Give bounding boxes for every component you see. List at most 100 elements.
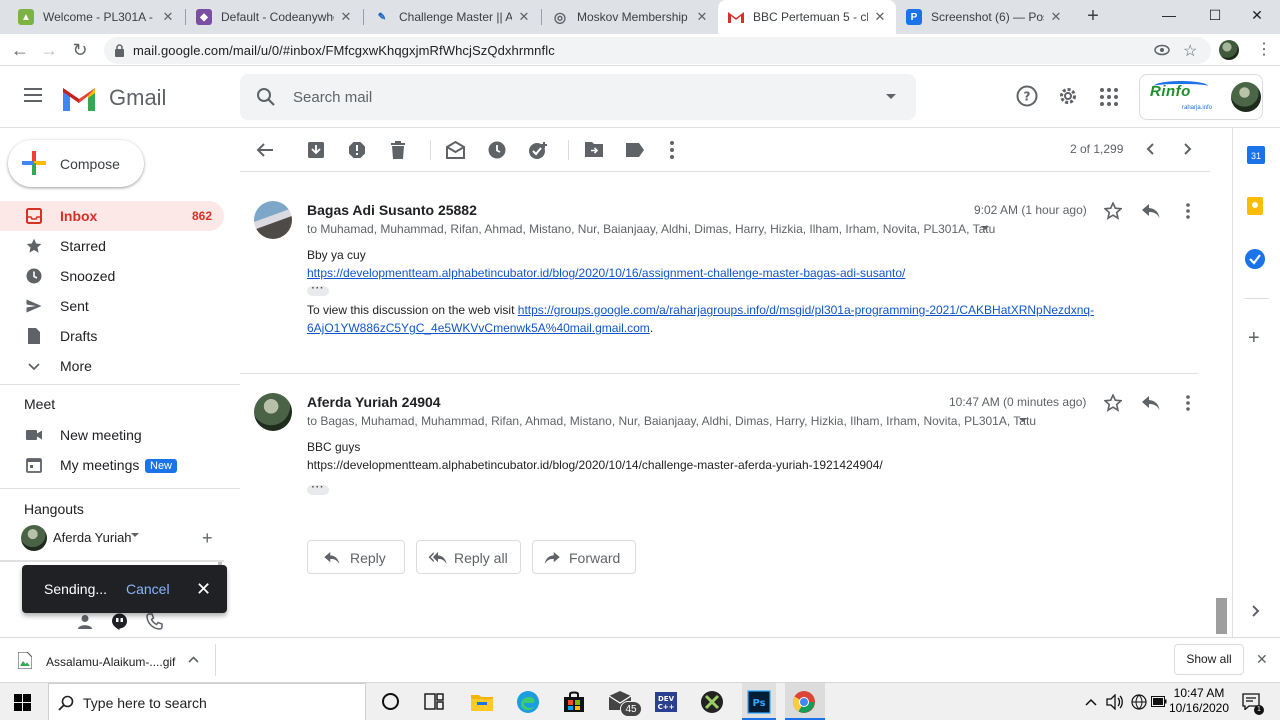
close-icon[interactable]: ✕ bbox=[872, 9, 888, 25]
message-body-link[interactable]: https://developmentteam.alphabetincubato… bbox=[307, 266, 905, 280]
reply-button[interactable]: Reply bbox=[307, 540, 405, 574]
keep-app-icon[interactable] bbox=[1247, 197, 1263, 215]
tray-chevron-up-icon[interactable] bbox=[1085, 698, 1097, 706]
move-to-folder-icon[interactable] bbox=[585, 141, 603, 157]
reply-icon[interactable] bbox=[1142, 204, 1160, 218]
account-avatar[interactable] bbox=[1231, 82, 1261, 112]
hangouts-user-name[interactable]: Aferda Yuriah bbox=[53, 530, 132, 545]
cortana-circle-icon[interactable] bbox=[382, 693, 399, 710]
star-icon[interactable] bbox=[1104, 202, 1122, 220]
back-to-inbox-icon[interactable] bbox=[256, 141, 274, 159]
close-icon[interactable]: ✕ bbox=[1256, 651, 1268, 668]
windows-start-icon[interactable] bbox=[14, 694, 31, 711]
compose-button[interactable]: Compose bbox=[8, 140, 144, 187]
footer-link-line1[interactable]: https://groups.google.com/a/raharjagroup… bbox=[518, 303, 1094, 317]
volume-icon[interactable] bbox=[1106, 694, 1124, 710]
search-icon[interactable] bbox=[256, 87, 276, 107]
add-to-tasks-icon[interactable] bbox=[528, 141, 548, 161]
sidebar-item-drafts[interactable]: Drafts bbox=[0, 321, 224, 351]
recipient-details-caret-icon[interactable] bbox=[1019, 418, 1027, 422]
contacts-person-icon[interactable] bbox=[78, 614, 92, 630]
star-bookmark-icon[interactable]: ☆ bbox=[1183, 41, 1197, 61]
hangouts-chat-icon[interactable] bbox=[111, 613, 128, 630]
close-window-button[interactable]: ✕ bbox=[1234, 0, 1280, 30]
label-tag-icon[interactable] bbox=[626, 143, 644, 157]
sender-avatar[interactable] bbox=[254, 201, 292, 239]
chevron-up-icon[interactable] bbox=[188, 656, 199, 663]
star-icon[interactable] bbox=[1104, 394, 1122, 412]
footer-link-line2[interactable]: 6AjO1YW886zC5YgC_4e5WKVvCmenwk5A%40mail.… bbox=[307, 321, 650, 335]
edge-browser-icon[interactable] bbox=[516, 690, 540, 714]
newer-chevron-left-icon[interactable] bbox=[1146, 143, 1154, 155]
delete-trash-icon[interactable] bbox=[390, 141, 406, 159]
meet-my-meetings[interactable]: My meetings bbox=[0, 450, 224, 480]
phone-icon[interactable] bbox=[146, 613, 163, 630]
meet-new-meeting[interactable]: New meeting bbox=[0, 420, 224, 450]
close-icon[interactable]: ✕ bbox=[516, 9, 532, 25]
search-bar[interactable]: Search mail bbox=[240, 74, 916, 120]
language-input-icon[interactable] bbox=[1131, 694, 1147, 710]
show-trimmed-content-button[interactable]: ··· bbox=[307, 284, 329, 296]
forward-arrow-icon[interactable]: → bbox=[38, 39, 60, 61]
apps-grid-icon[interactable] bbox=[1100, 88, 1118, 106]
more-options-icon[interactable] bbox=[1186, 395, 1190, 411]
expand-panel-chevron-icon[interactable] bbox=[1252, 605, 1260, 617]
reload-icon[interactable]: ↻ bbox=[69, 39, 91, 61]
sidebar-item-more[interactable]: More bbox=[0, 351, 224, 381]
browser-menu-icon[interactable]: ⋮ bbox=[1256, 40, 1272, 60]
close-icon[interactable]: ✕ bbox=[1048, 9, 1064, 25]
snooze-clock-icon[interactable] bbox=[488, 141, 506, 159]
taskbar-search-input[interactable]: Type here to search bbox=[83, 695, 207, 711]
archive-icon[interactable] bbox=[307, 141, 325, 159]
snackbar-cancel-button[interactable]: Cancel bbox=[126, 581, 170, 597]
maximize-button[interactable]: ☐ bbox=[1192, 0, 1238, 30]
sender-name[interactable]: Bagas Adi Susanto 25882 bbox=[307, 202, 477, 218]
sidebar-item-inbox[interactable]: Inbox 862 bbox=[0, 201, 224, 231]
more-options-icon[interactable] bbox=[1186, 203, 1190, 219]
devcpp-icon[interactable]: DEVC++ bbox=[654, 690, 678, 714]
new-conversation-plus-icon[interactable]: + bbox=[202, 529, 213, 547]
sender-name[interactable]: Aferda Yuriah 24904 bbox=[307, 394, 441, 410]
report-spam-icon[interactable] bbox=[348, 141, 366, 159]
close-icon[interactable]: ✕ bbox=[694, 9, 710, 25]
hangouts-user-avatar[interactable] bbox=[21, 525, 47, 551]
help-icon[interactable]: ? bbox=[1016, 85, 1038, 107]
browser-tab-moskov[interactable]: ◎ Moskov Membership ✕ bbox=[542, 0, 718, 34]
new-tab-button[interactable]: + bbox=[1082, 5, 1104, 27]
sidebar-item-snoozed[interactable]: Snoozed bbox=[0, 261, 224, 291]
search-input[interactable]: Search mail bbox=[293, 89, 372, 106]
calendar-app-icon[interactable]: 31 bbox=[1247, 146, 1265, 164]
more-options-icon[interactable] bbox=[670, 141, 674, 159]
system-clock[interactable]: 10:47 AM 10/16/2020 bbox=[1166, 686, 1232, 716]
account-switcher[interactable]: Rinfo raharja.info bbox=[1139, 74, 1263, 120]
tracking-eye-icon[interactable] bbox=[1154, 43, 1170, 57]
hangouts-status-caret-icon[interactable] bbox=[131, 533, 139, 537]
chrome-icon[interactable] bbox=[792, 690, 816, 714]
search-options-icon[interactable] bbox=[886, 94, 896, 99]
main-menu-icon[interactable] bbox=[24, 88, 42, 102]
show-all-downloads-button[interactable]: Show all bbox=[1174, 644, 1244, 675]
browser-tab-postimage[interactable]: P Screenshot (6) — Postin ✕ bbox=[896, 0, 1072, 34]
gmail-logo-icon[interactable] bbox=[61, 84, 97, 111]
sender-avatar[interactable] bbox=[254, 393, 292, 431]
get-addons-plus-icon[interactable]: + bbox=[1248, 328, 1260, 348]
download-file-name[interactable]: Assalamu-Alaikum-....gif bbox=[46, 655, 175, 669]
recipient-details-caret-icon[interactable] bbox=[981, 226, 989, 230]
close-icon[interactable]: ✕ bbox=[196, 580, 211, 598]
task-view-icon[interactable] bbox=[424, 693, 444, 710]
minimize-button[interactable]: — bbox=[1146, 0, 1192, 30]
reply-all-button[interactable]: Reply all bbox=[416, 540, 521, 574]
address-bar[interactable]: mail.google.com/mail/u/0/#inbox/FMfcgxwK… bbox=[104, 37, 1211, 64]
settings-gear-icon[interactable] bbox=[1057, 85, 1079, 107]
mark-unread-icon[interactable] bbox=[446, 141, 465, 159]
taskbar-search-box[interactable]: Type here to search bbox=[48, 683, 366, 720]
store-bag-icon[interactable] bbox=[562, 690, 586, 714]
profile-avatar[interactable] bbox=[1219, 40, 1239, 60]
older-chevron-right-icon[interactable] bbox=[1184, 143, 1192, 155]
sidebar-item-starred[interactable]: Starred bbox=[0, 231, 224, 261]
browser-tab-challenge[interactable]: ✎ Challenge Master || Afe ✕ bbox=[364, 0, 540, 34]
forward-button[interactable]: Forward bbox=[532, 540, 636, 574]
reply-icon[interactable] bbox=[1142, 396, 1160, 410]
sidebar-item-sent[interactable]: Sent bbox=[0, 291, 224, 321]
battery-icon[interactable] bbox=[1151, 696, 1167, 707]
